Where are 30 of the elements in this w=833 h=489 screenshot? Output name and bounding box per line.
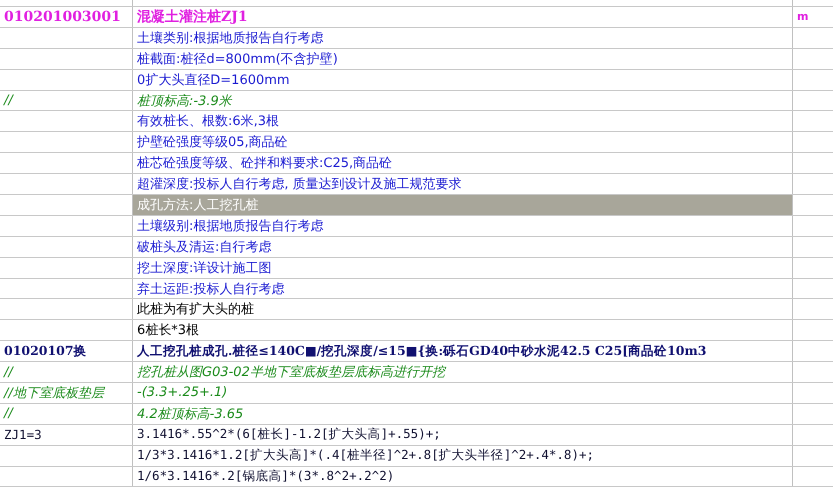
table-cell[interactable]: 1/6*3.1416*.2[锅底高]*(3*.8^2+.2^2) bbox=[133, 466, 793, 486]
table-cell[interactable]: 桩顶标高:-3.9米 bbox=[133, 90, 793, 110]
table-cell[interactable]: 土壤级别:根据地质报告自行考虑 bbox=[133, 216, 793, 236]
item-code: // bbox=[4, 364, 13, 380]
table-cell[interactable]: 超灌深度:投标人自行考虑, 质量达到设计及施工规范要求 bbox=[133, 174, 793, 194]
table-cell[interactable]: 此桩为有扩大头的桩 bbox=[133, 299, 793, 320]
unit-label: m bbox=[797, 10, 808, 24]
item-code: ZJ1=3 bbox=[4, 427, 42, 442]
item-code: //地下室底板垫层 bbox=[4, 384, 104, 402]
table-cell[interactable]: 3.1416*.55^2*(6[桩长]-1.2[扩大头高]+.55)+; bbox=[133, 424, 793, 445]
table-cell[interactable]: 人工挖孔桩成孔.桩径≤140C■/挖孔深度/≤15■{换:砾石GD40中砂水泥42.5 C25[商品砼10m3 bbox=[133, 341, 793, 362]
table-cell[interactable]: 挖土深度:详设计施工图 bbox=[133, 258, 793, 278]
item-code: // bbox=[4, 93, 13, 108]
table-cell[interactable]: 混凝土灌注桩ZJ1 bbox=[133, 7, 793, 27]
table-cell[interactable]: 土壤类别:根据地质报告自行考虑 bbox=[133, 28, 793, 48]
table-cell[interactable]: 0扩大头直径D=1600mm bbox=[133, 70, 793, 90]
table-cell[interactable]: 有效桩长、根数:6米,3根 bbox=[133, 111, 793, 132]
item-code: 010201003001 bbox=[4, 8, 121, 25]
item-code: // bbox=[4, 406, 13, 422]
table-cell[interactable]: 4.2桩顶标高-3.65 bbox=[133, 404, 793, 424]
table-cell[interactable]: 挖孔桩从图G03-02半地下室底板垫层底标高进行开挖 bbox=[133, 362, 793, 382]
table-cell[interactable]: -(3.3+.25+.1) bbox=[133, 383, 793, 403]
table-cell[interactable]: 破桩头及清运:自行考虑 bbox=[133, 236, 793, 257]
table-cell[interactable]: 桩截面:桩径d=800mm(不含护壁) bbox=[133, 48, 793, 69]
table-cell[interactable]: 1/3*3.1416*1.2[扩大头高]*(.4[桩半径]^2+.8[扩大头半径]^2+.4*.8)+; bbox=[133, 446, 793, 466]
table-cell[interactable]: 护壁砼强度等级05,商品砼 bbox=[133, 132, 793, 152]
table-cell[interactable]: 弃土运距:投标人自行考虑 bbox=[133, 278, 793, 298]
table-cell[interactable]: 6桩长*3根 bbox=[133, 320, 793, 340]
table-cell[interactable]: 桩芯砼强度等级、砼拌和料要求:C25,商品砼 bbox=[133, 153, 793, 174]
item-code: 01020107换 bbox=[4, 342, 87, 360]
